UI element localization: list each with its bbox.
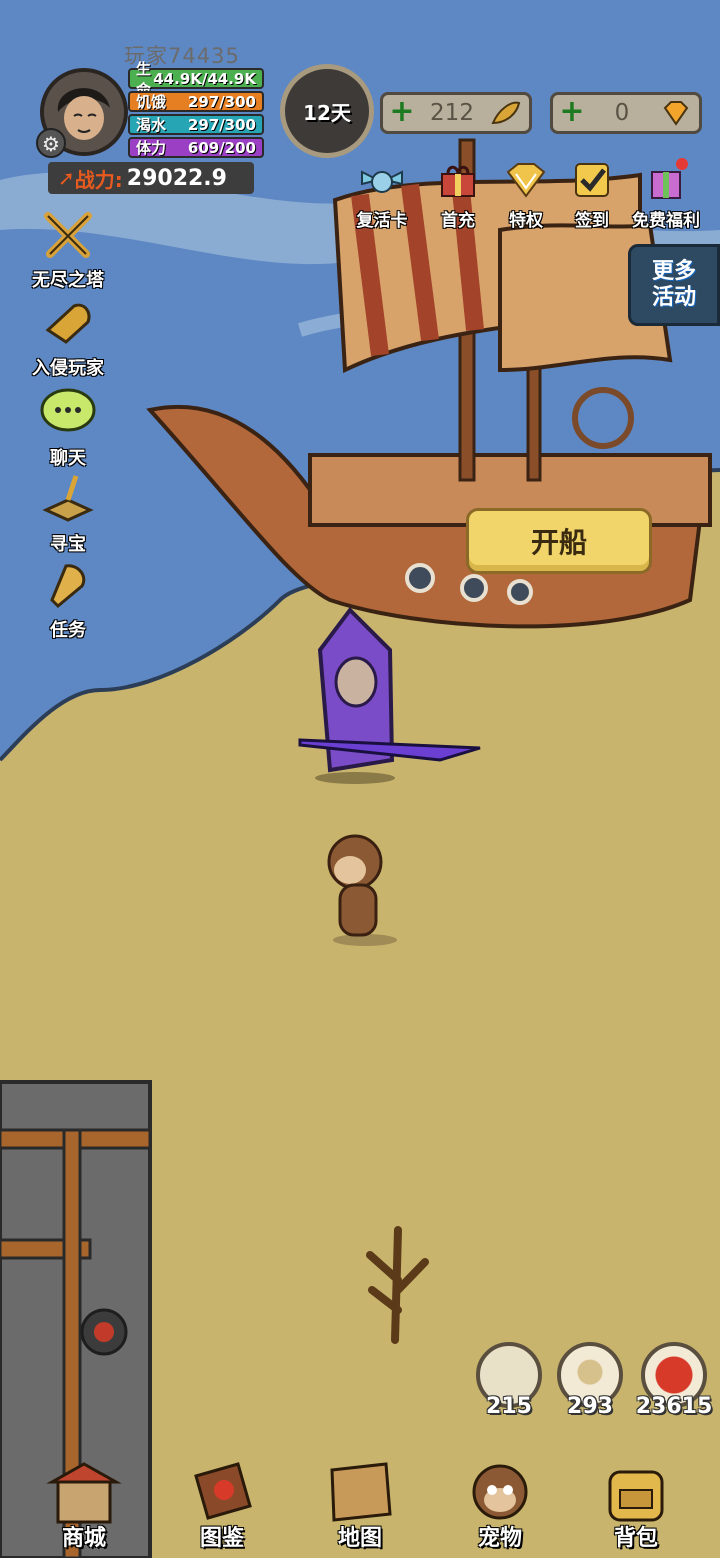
egg-resource[interactable]: 293 [554,1342,626,1419]
map-icon [330,1462,392,1522]
privilege-button[interactable]: 特权 [494,158,558,231]
first-recharge-button[interactable]: 首充 [426,158,490,231]
revive-card-button[interactable]: 复活卡 [350,158,414,231]
health-bar: 生命 44.9K/44.9K [128,60,264,99]
treasure-hunt-label: 寻宝 [50,534,86,555]
invade-player-button[interactable]: 入侵玩家 [22,294,114,380]
treasure-hunt-button[interactable]: 寻宝 [22,470,114,556]
free-benefits-label: 免费福利 [632,211,700,231]
more-activities-label: 更多活动 [651,259,696,310]
chat-button[interactable]: 聊天 [22,384,114,470]
egg-amount: 293 [567,1394,613,1419]
chat-label: 聊天 [50,448,86,469]
privilege-label: 特权 [509,211,543,231]
apple-resource[interactable]: 23615 [632,1342,716,1419]
crossed-swords-icon [44,212,92,258]
feather-amount: 212 [430,100,474,126]
combat-power: ➚ 战力: 29022.9 [48,162,254,194]
sign-in-button[interactable]: 签到 [560,158,624,231]
winged-crest-icon [361,170,403,193]
tasks-button[interactable]: 任务 [22,556,114,642]
settings-gear-icon[interactable]: ⚙ [36,128,66,158]
power-arrow-icon: ➚ [58,166,75,190]
horn-icon [45,303,91,344]
treasure-icon [42,475,94,522]
feather-icon [491,101,521,125]
free-benefits-button[interactable]: 免费福利 [628,158,704,231]
chat-bubble-icon [40,388,96,432]
invade-player-label: 入侵玩家 [32,358,104,379]
hunger-bar: 饥饿 297/300 [128,91,264,112]
nav-codex[interactable]: 图鉴 [172,1456,272,1552]
stamina-bar: 体力 609/200 [128,137,264,158]
nav-backpack[interactable]: 背包 [586,1456,686,1552]
food-amount: 215 [486,1394,532,1419]
power-label: 战力: [74,167,123,192]
diamond-amount: 0 [614,100,630,126]
stamina-value: 609/200 [187,138,256,157]
power-value: 29022.9 [126,165,227,191]
checkmark-icon [575,163,609,197]
food-resource[interactable]: 215 [473,1342,545,1419]
thirst-value: 297/300 [187,115,256,134]
diamond-currency[interactable]: + 0 [550,92,702,134]
gem-crown-icon [506,163,546,198]
thirst-bar: 渴水 297/300 [128,114,264,135]
nav-shop[interactable]: 商城 [34,1456,134,1552]
day-counter: 12天 [280,64,374,158]
diamond-icon [663,101,689,126]
sign-in-label: 签到 [575,211,609,231]
hunger-label: 饥饿 [136,93,167,111]
shop-icon [46,1462,122,1524]
nav-map[interactable]: 地图 [310,1456,410,1552]
backpack-icon [608,1470,664,1522]
feather-currency[interactable]: + 212 [380,92,532,134]
more-activities-button[interactable]: 更多活动 [628,244,720,326]
hunger-value: 297/300 [187,92,256,111]
bell-icon [50,564,86,609]
apple-amount: 23615 [635,1394,713,1419]
first-recharge-label: 首充 [441,211,475,231]
set-sail-button[interactable]: 开船 [466,508,652,574]
thirst-label: 渴水 [136,116,167,134]
stamina-label: 体力 [136,139,167,157]
book-icon [194,1462,252,1520]
gift-box-icon [651,158,688,199]
monkey-icon [472,1464,528,1520]
add-diamond-button[interactable]: + [559,97,585,127]
endless-tower-button[interactable]: 无尽之塔 [22,206,114,292]
revive-card-label: 复活卡 [356,211,408,231]
endless-tower-label: 无尽之塔 [32,270,104,291]
add-feather-button[interactable]: + [389,97,415,127]
nav-pets[interactable]: 宠物 [450,1456,550,1552]
health-value: 44.9K/44.9K [153,69,256,88]
day-label: 12天 [303,100,351,125]
tasks-label: 任务 [50,620,86,641]
gift-chest-icon [441,165,475,197]
